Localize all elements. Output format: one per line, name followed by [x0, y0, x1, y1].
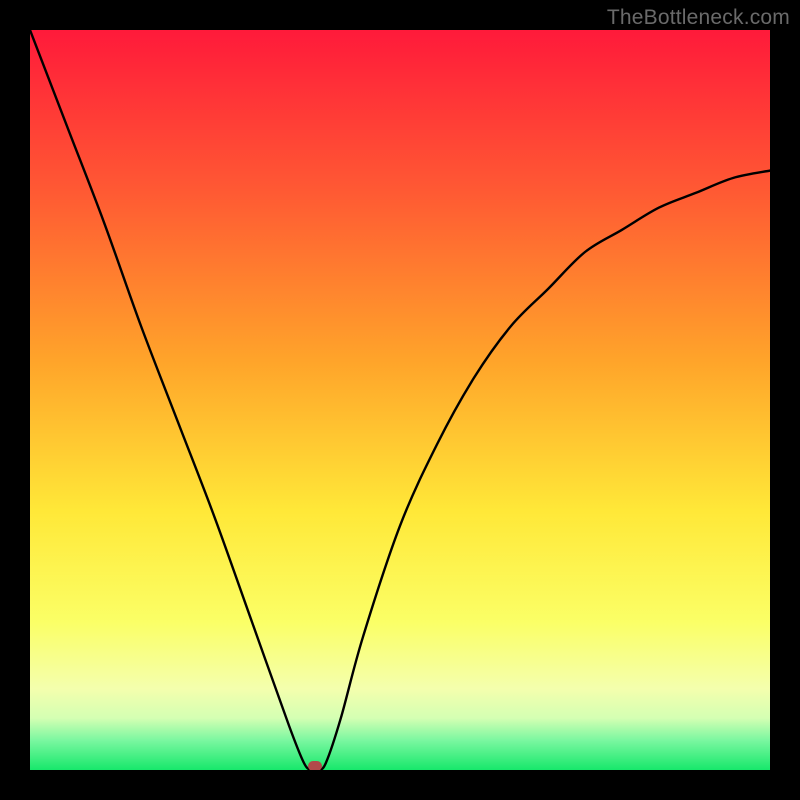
watermark-text: TheBottleneck.com: [607, 6, 790, 30]
plot-area: [30, 30, 770, 770]
optimal-marker: [308, 761, 322, 770]
curve-path: [30, 30, 770, 770]
bottleneck-curve: [30, 30, 770, 770]
chart-frame: TheBottleneck.com: [0, 0, 800, 800]
